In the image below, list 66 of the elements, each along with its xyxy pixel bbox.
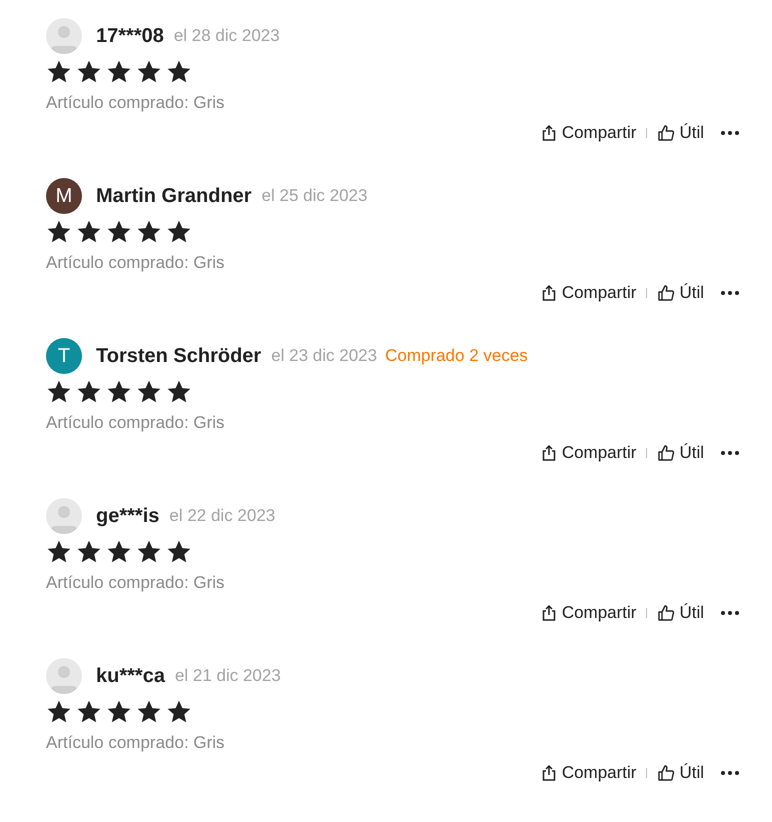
review-date: el 25 dic 2023: [262, 186, 368, 206]
star-icon: [136, 379, 162, 405]
star-icon: [106, 699, 132, 725]
thumbs-up-icon: [657, 764, 676, 782]
star-icon: [106, 219, 132, 245]
star-icon: [166, 539, 192, 565]
star-icon: [136, 219, 162, 245]
share-button[interactable]: Compartir: [540, 283, 636, 303]
star-icon: [76, 59, 102, 85]
more-options-icon[interactable]: [720, 450, 740, 456]
share-button[interactable]: Compartir: [540, 443, 636, 463]
helpful-button[interactable]: Útil: [657, 603, 704, 623]
reviewer-name: ku***ca: [96, 664, 165, 688]
star-icon: [106, 379, 132, 405]
purchase-count: Comprado 2 veces: [385, 346, 528, 366]
share-button[interactable]: Compartir: [540, 763, 636, 783]
avatar-placeholder-icon: [46, 18, 82, 54]
avatar: T: [46, 338, 82, 374]
star-icon: [46, 699, 72, 725]
helpful-button[interactable]: Útil: [657, 763, 704, 783]
more-options-icon[interactable]: [720, 290, 740, 296]
star-icon: [136, 699, 162, 725]
share-button[interactable]: Compartir: [540, 603, 636, 623]
star-icon: [106, 539, 132, 565]
star-icon: [166, 219, 192, 245]
star-icon: [106, 59, 132, 85]
star-icon: [136, 59, 162, 85]
avatar-placeholder-icon: [46, 658, 82, 694]
thumbs-up-icon: [657, 124, 676, 142]
star-icon: [166, 379, 192, 405]
share-button[interactable]: Compartir: [540, 123, 636, 143]
more-options-icon[interactable]: [720, 130, 740, 136]
purchased-item: Artículo comprado: Gris: [46, 253, 225, 273]
star-icon: [76, 379, 102, 405]
helpful-button[interactable]: Útil: [657, 123, 704, 143]
star-icon: [166, 59, 192, 85]
star-icon: [166, 699, 192, 725]
avatar: M: [46, 178, 82, 214]
thumbs-up-icon: [657, 604, 676, 622]
avatar-placeholder-icon: [46, 498, 82, 534]
star-icon: [76, 539, 102, 565]
star-icon: [136, 539, 162, 565]
thumbs-up-icon: [657, 284, 676, 302]
reviewer-name: Martin Grandner: [96, 184, 252, 208]
thumbs-up-icon: [657, 444, 676, 462]
helpful-button[interactable]: Útil: [657, 283, 704, 303]
star-icon: [46, 219, 72, 245]
more-options-icon[interactable]: [720, 770, 740, 776]
review-date: el 21 dic 2023: [174, 666, 281, 686]
review-date: el 28 dic 2023: [174, 26, 280, 46]
star-icon: [76, 219, 102, 245]
reviewer-name: Torsten Schröder: [96, 344, 262, 368]
purchased-item: Artículo comprado: Gris: [46, 413, 225, 433]
star-icon: [76, 699, 102, 725]
star-icon: [46, 539, 72, 565]
star-icon: [46, 379, 72, 405]
review-date: el 23 dic 2023: [271, 346, 378, 366]
review-date: el 22 dic 2023: [169, 506, 276, 526]
helpful-button[interactable]: Útil: [657, 443, 704, 463]
reviewer-name: ge***is: [96, 504, 160, 528]
purchased-item: Artículo comprado: Gris: [46, 733, 225, 753]
star-icon: [46, 59, 72, 85]
purchased-item: Artículo comprado: Gris: [46, 93, 225, 113]
reviewer-name: 17***08: [96, 24, 164, 48]
purchased-item: Artículo comprado: Gris: [46, 573, 225, 593]
more-options-icon[interactable]: [720, 610, 740, 616]
